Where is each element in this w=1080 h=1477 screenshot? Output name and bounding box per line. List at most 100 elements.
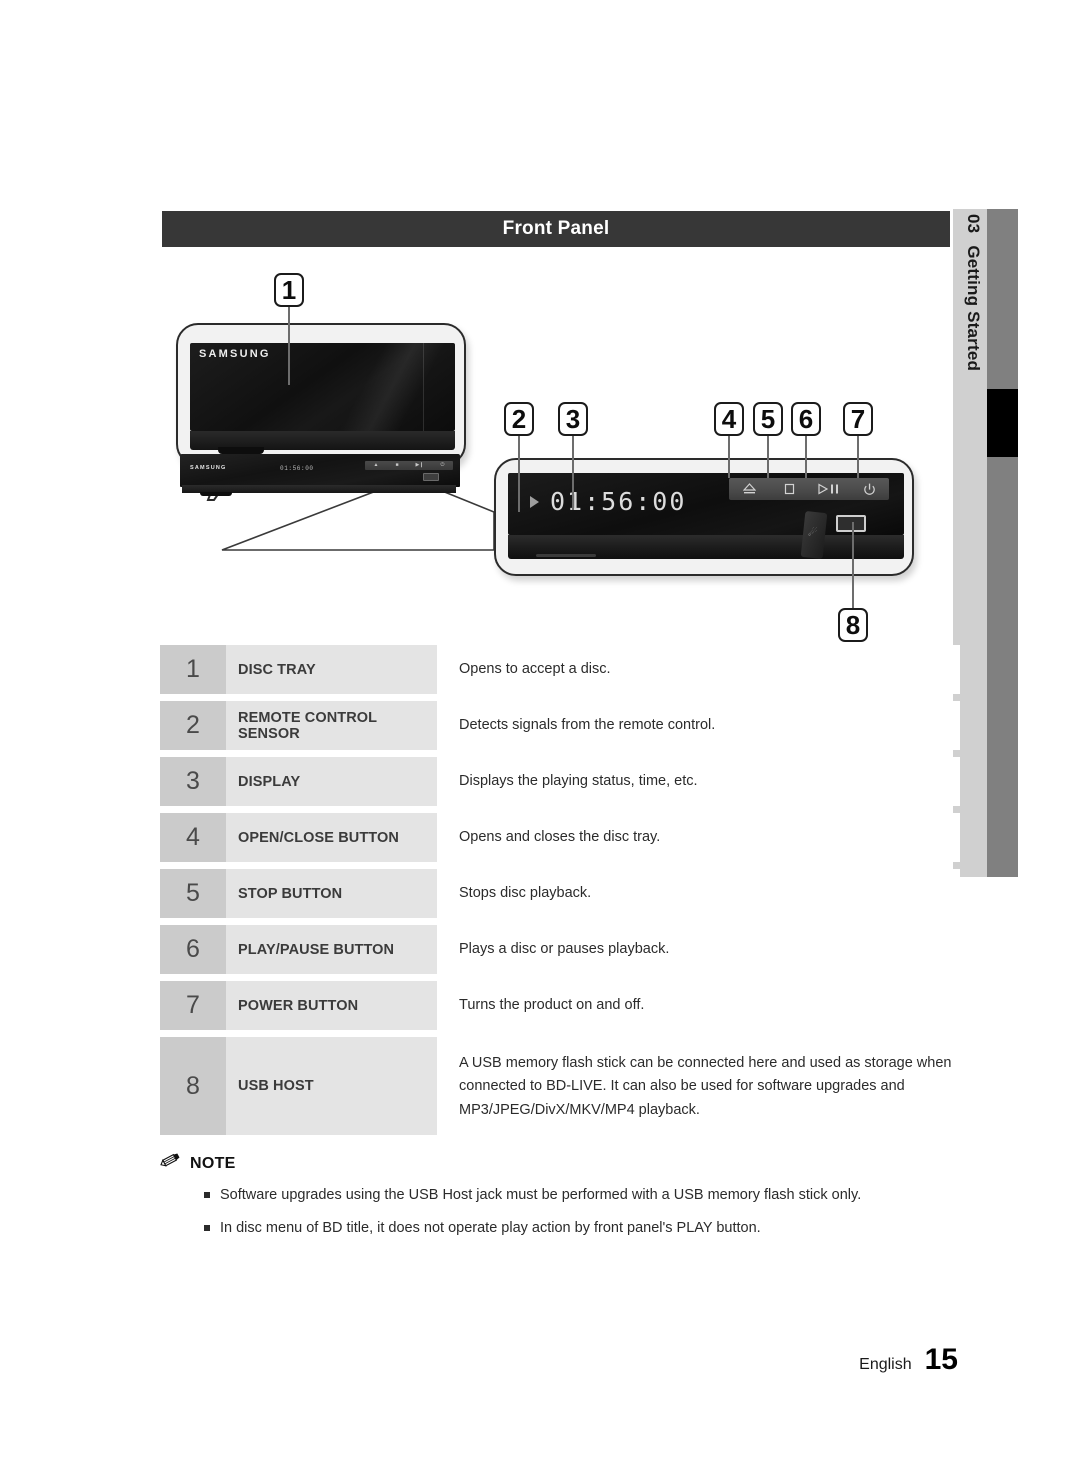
table-row-description: Turns the product on and off. (437, 981, 960, 1030)
table-row-label: PLAY/PAUSE BUTTON (226, 925, 437, 974)
table-row-description: Displays the playing status, time, etc. (437, 757, 960, 806)
side-tab-text: 03 Getting Started (956, 208, 990, 548)
player-unit-stop-icon: ■ (395, 462, 399, 468)
side-tab-chapter-marker (987, 389, 1018, 457)
table-row-label: POWER BUTTON (226, 981, 437, 1030)
note-bullet-icon (204, 1224, 210, 1231)
table-row-label: DISPLAY (226, 757, 437, 806)
player-unit-samsung-logo: SAMSUNG (190, 465, 227, 471)
callout-badge-4: 4 (714, 402, 744, 436)
note-header: NOTE (160, 1152, 960, 1176)
disc-tray-zoom-panel: SAMSUNG (176, 323, 466, 466)
leader-line-1 (288, 307, 290, 385)
front-panel-figure: 1 2 3 4 5 6 7 8 SAMSUNG SAMSUNG 01:56:00… (162, 250, 952, 642)
leader-line-2 (518, 436, 520, 512)
callout-badge-5: 5 (753, 402, 783, 436)
footer-language: English (859, 1356, 912, 1373)
table-row-number: 6 (160, 925, 226, 974)
play-pause-icon[interactable] (814, 483, 844, 495)
table-row-number: 7 (160, 981, 226, 1030)
leader-line-8 (852, 522, 854, 610)
callout-badge-7-number: 7 (850, 403, 866, 434)
callout-badge-8-number: 8 (845, 609, 861, 640)
front-panel-vent-line (536, 554, 596, 557)
table-row-number: 8 (160, 1037, 226, 1135)
table-row-label: DISC TRAY (226, 645, 437, 694)
side-tab-number: 03 (964, 214, 983, 234)
callout-badge-3-number: 3 (565, 403, 581, 434)
leader-line-5 (767, 436, 769, 478)
chapter-side-tab: 03 Getting Started (953, 209, 1018, 877)
note-list-item: Software upgrades using the USB Host jac… (204, 1185, 960, 1207)
player-unit-play-pause-icon: ▶❙ (415, 462, 424, 468)
display-time-text: 01:56:00 (550, 487, 687, 516)
samsung-logo: SAMSUNG (199, 348, 271, 360)
table-row-label: OPEN/CLOSE BUTTON (226, 813, 437, 862)
callout-badge-2: 2 (504, 402, 534, 436)
table-row-number: 5 (160, 869, 226, 918)
note-item-text: Software upgrades using the USB Host jac… (220, 1187, 862, 1203)
side-tab-label: Getting Started (964, 245, 983, 372)
leader-line-4 (728, 436, 730, 478)
table-row-description: Detects signals from the remote control. (437, 701, 960, 750)
eject-icon[interactable] (734, 483, 764, 495)
leader-line-3 (572, 436, 574, 510)
player-unit-eject-icon: ▲ (373, 462, 379, 468)
manual-page: 03 Getting Started Front Panel 1 2 3 4 5 … (0, 0, 1080, 1477)
note-block: NOTE Software upgrades using the USB Hos… (160, 1152, 960, 1251)
leader-line-6 (805, 436, 807, 478)
side-tab-bar (987, 209, 1018, 877)
callout-badge-1: 1 (274, 273, 304, 307)
callout-badge-6-number: 6 (798, 403, 814, 434)
leader-line-7 (857, 436, 859, 478)
front-panel-parts-table: 1 DISC TRAY Opens to accept a disc. 2 RE… (160, 645, 960, 1142)
table-row-description: Opens to accept a disc. (437, 645, 960, 694)
table-row-number: 2 (160, 701, 226, 750)
callout-badge-8: 8 (838, 608, 868, 642)
note-title: NOTE (190, 1155, 236, 1172)
callout-badge-6: 6 (791, 402, 821, 436)
power-icon[interactable] (854, 483, 884, 496)
table-row-number: 1 (160, 645, 226, 694)
usb-icon: ☄ (807, 527, 818, 540)
disc-tray-foot (218, 447, 264, 454)
front-panel-display: 01:56:00 (530, 489, 686, 514)
player-unit-foot (200, 492, 232, 496)
note-item-text: In disc menu of BD title, it does not op… (220, 1219, 761, 1236)
table-row-label: USB HOST (226, 1037, 437, 1135)
table-row: 2 REMOTE CONTROL SENSOR Detects signals … (160, 701, 960, 750)
callout-badge-3: 3 (558, 402, 588, 436)
table-row: 7 POWER BUTTON Turns the product on and … (160, 981, 960, 1030)
table-row-description: Plays a disc or pauses playback. (437, 925, 960, 974)
table-row-number: 4 (160, 813, 226, 862)
usb-host-port[interactable] (836, 515, 866, 532)
section-title: Front Panel (502, 218, 610, 239)
pencil-icon (160, 1152, 181, 1176)
stop-icon[interactable] (774, 483, 804, 495)
player-unit-button-strip: ▲ ■ ▶❙ ⏻ (365, 461, 453, 470)
table-row: 1 DISC TRAY Opens to accept a disc. (160, 645, 960, 694)
footer-page-number: 15 (924, 1343, 958, 1376)
callout-badge-1-number: 1 (281, 274, 297, 305)
player-unit-display-text: 01:56:00 (280, 465, 314, 472)
page-footer: English 15 (859, 1343, 958, 1377)
disc-tray-seam (423, 343, 424, 431)
table-row: 8 USB HOST A USB memory flash stick can … (160, 1037, 960, 1135)
table-row-description: Opens and closes the disc tray. (437, 813, 960, 862)
table-row: 6 PLAY/PAUSE BUTTON Plays a disc or paus… (160, 925, 960, 974)
table-row: 3 DISPLAY Displays the playing status, t… (160, 757, 960, 806)
callout-badge-2-number: 2 (511, 403, 527, 434)
player-unit-usb-port (423, 473, 439, 481)
table-row-label: STOP BUTTON (226, 869, 437, 918)
player-unit-power-icon: ⏻ (440, 462, 445, 468)
table-row: 4 OPEN/CLOSE BUTTON Opens and closes the… (160, 813, 960, 862)
callout-badge-7: 7 (843, 402, 873, 436)
note-list-item: In disc menu of BD title, it does not op… (204, 1218, 960, 1240)
callout-badge-5-number: 5 (760, 403, 776, 434)
player-unit-image: SAMSUNG 01:56:00 ▲ ■ ▶❙ ⏻ (180, 454, 460, 498)
note-bullet-icon (204, 1192, 210, 1198)
table-row-number: 3 (160, 757, 226, 806)
table-row-label: REMOTE CONTROL SENSOR (226, 701, 437, 750)
callout-badge-4-number: 4 (721, 403, 737, 434)
table-row: 5 STOP BUTTON Stops disc playback. (160, 869, 960, 918)
